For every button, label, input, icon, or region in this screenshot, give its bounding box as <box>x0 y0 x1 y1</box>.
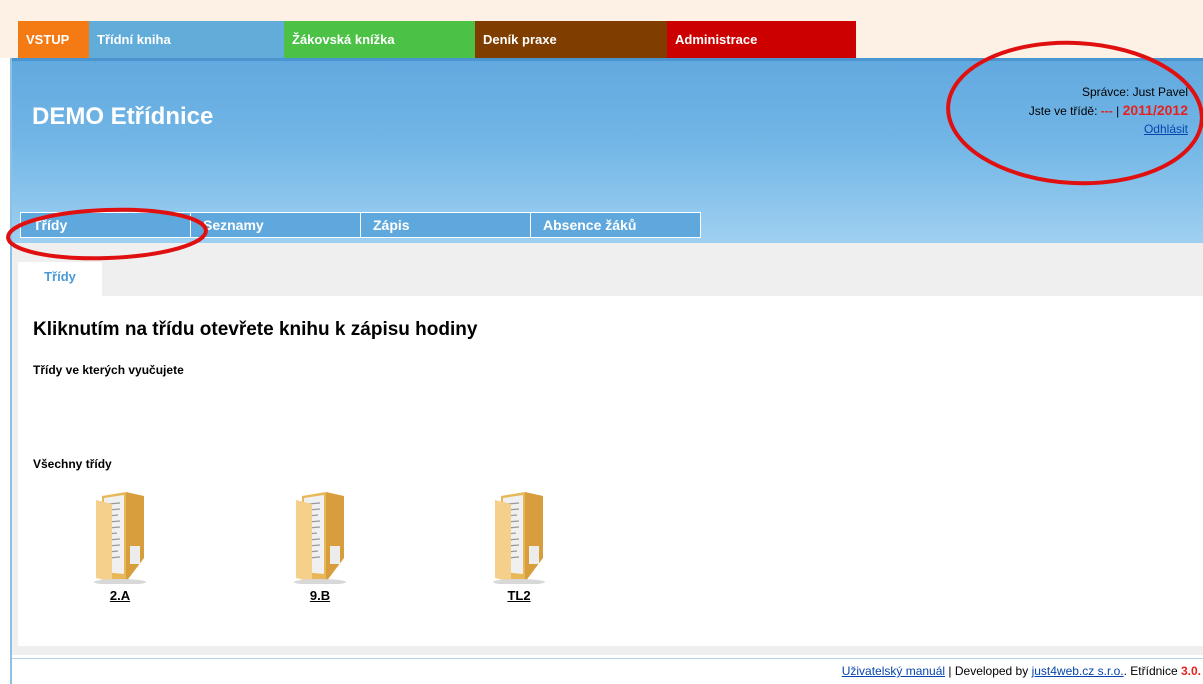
main-nav: VSTUP Třídní kniha Žákovská knížka Deník… <box>18 21 856 58</box>
subnav-item-tridy[interactable]: Třídy <box>21 213 191 237</box>
logout-link[interactable]: Odhlásit <box>1144 122 1188 136</box>
footer-developed-by: | Developed by <box>945 664 1032 678</box>
folder-icon <box>294 492 346 584</box>
class-folder-tl2[interactable]: TL2 <box>474 488 564 603</box>
school-year: 2011/2012 <box>1122 102 1188 118</box>
class-folder-2a[interactable]: 2.A <box>75 488 165 603</box>
manual-link[interactable]: Uživatelský manuál <box>842 664 945 678</box>
admin-label: Správce: Just Pavel <box>1081 85 1188 99</box>
header-banner: DEMO Etřídnice Správce: Just Pavel Jste … <box>12 58 1203 243</box>
nav-tab-zakovska-knizka[interactable]: Žákovská knížka <box>284 21 475 58</box>
sub-nav: Třídy Seznamy Zápis Absence žáků <box>20 212 701 238</box>
subnav-item-absence-zaku[interactable]: Absence žáků <box>531 213 701 237</box>
folder-icon <box>493 492 545 584</box>
company-link[interactable]: just4web.cz s.r.o. <box>1032 664 1124 678</box>
section-title-all-classes: Všechny třídy <box>33 457 112 471</box>
separator: | <box>1116 104 1120 118</box>
current-class-line: Jste ve třídě: --- | 2011/2012 <box>1029 101 1188 120</box>
content-panel <box>18 296 1203 646</box>
footer-version: 3.0. <box>1180 664 1201 678</box>
subnav-item-zapis[interactable]: Zápis <box>361 213 531 237</box>
footer-divider <box>12 658 1203 659</box>
nav-tab-tridni-kniha[interactable]: Třídní kniha <box>89 21 284 58</box>
tab-tridy[interactable]: Třídy <box>18 262 102 296</box>
app-title: DEMO Etřídnice <box>32 103 214 130</box>
footer: Uživatelský manuál | Developed by just4w… <box>842 664 1201 678</box>
section-title-teaching: Třídy ve kterých vyučujete <box>33 363 184 377</box>
subnav-item-seznamy[interactable]: Seznamy <box>191 213 361 237</box>
class-label-9b[interactable]: 9.B <box>275 588 365 603</box>
class-label-tl2[interactable]: TL2 <box>474 588 564 603</box>
user-info: Správce: Just Pavel Jste ve třídě: --- |… <box>1029 83 1188 138</box>
class-folder-9b[interactable]: 9.B <box>275 488 365 603</box>
class-prefix: Jste ve třídě: <box>1028 104 1098 118</box>
page-heading: Kliknutím na třídu otevřete knihu k zápi… <box>33 319 478 340</box>
current-class-value: --- <box>1100 104 1113 118</box>
nav-tab-denik-praxe[interactable]: Deník praxe <box>475 21 667 58</box>
footer-product: . Etřídnice <box>1123 664 1181 678</box>
nav-tab-vstup[interactable]: VSTUP <box>18 21 89 58</box>
class-label-2a[interactable]: 2.A <box>75 588 165 603</box>
nav-tab-administrace[interactable]: Administrace <box>667 21 856 58</box>
folder-icon <box>94 492 146 584</box>
